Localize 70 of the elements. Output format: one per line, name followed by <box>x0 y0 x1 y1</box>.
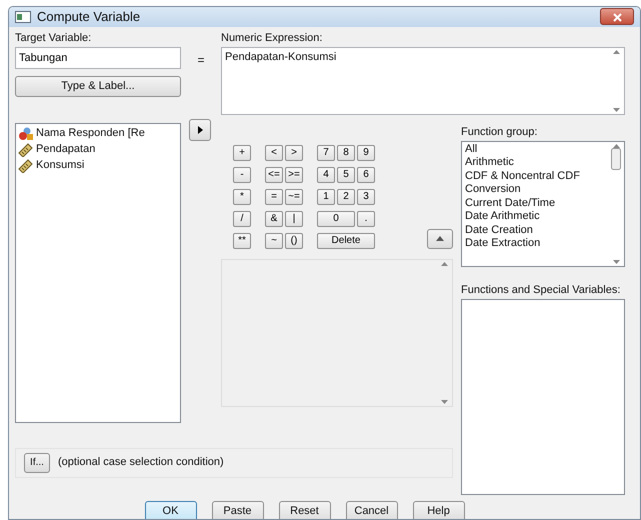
keypad-key[interactable]: . <box>357 210 375 226</box>
keypad-key[interactable]: ** <box>233 232 251 248</box>
variable-item[interactable]: Konsumsi <box>18 158 178 174</box>
keypad-key[interactable]: + <box>233 144 251 160</box>
keypad-key[interactable]: * <box>233 188 251 204</box>
function-group-label: Function group: <box>461 124 538 138</box>
keypad-key[interactable]: 3 <box>357 188 375 204</box>
close-icon <box>612 12 622 22</box>
dialog-button[interactable]: Cancel <box>346 500 398 519</box>
move-right-button[interactable] <box>189 118 211 140</box>
move-up-button[interactable] <box>427 228 453 248</box>
triangle-right-icon <box>198 126 202 134</box>
keypad-key[interactable]: - <box>233 166 251 182</box>
scroll-down-icon[interactable] <box>612 108 620 112</box>
keypad-key[interactable]: 1 <box>317 188 335 204</box>
dialog-button[interactable]: Help <box>412 500 464 519</box>
keypad-key[interactable]: 7 <box>317 144 335 160</box>
scroll-up-icon[interactable] <box>440 262 448 266</box>
scroll-thumb-icon[interactable] <box>611 148 621 170</box>
keypad-key[interactable]: & <box>265 210 283 226</box>
keypad-key[interactable]: 0 <box>317 210 355 226</box>
function-group-item[interactable]: Current Date/Time <box>465 196 605 210</box>
triangle-up-icon <box>436 236 444 241</box>
keypad-key[interactable]: 5 <box>337 166 355 182</box>
equals-sign: = <box>197 52 204 66</box>
target-variable-label: Target Variable: <box>15 30 92 44</box>
variable-item[interactable]: Pendapatan <box>18 142 178 158</box>
function-group-item[interactable]: Date Extraction <box>465 237 605 250</box>
dialog-button[interactable]: OK <box>144 500 196 519</box>
keypad-key[interactable]: ~= <box>285 188 303 204</box>
keypad-key[interactable]: > <box>285 144 303 160</box>
keypad-key[interactable]: <= <box>265 166 283 182</box>
keypad-key[interactable]: () <box>285 232 303 248</box>
ruler-icon <box>18 142 34 156</box>
keypad-key[interactable]: ~ <box>265 232 283 248</box>
window-icon <box>15 10 31 23</box>
dialog-button[interactable]: Reset <box>278 500 330 519</box>
function-group-item[interactable]: Date Creation <box>465 224 605 237</box>
function-group-item[interactable]: Conversion <box>465 183 605 196</box>
if-caption: (optional case selection condition) <box>58 455 224 470</box>
ruler-icon <box>18 158 34 172</box>
keypad-key[interactable]: 2 <box>337 188 355 204</box>
numeric-expression-label: Numeric Expression: <box>221 30 324 44</box>
keypad-key[interactable]: / <box>233 210 251 226</box>
function-group-item[interactable]: Date Arithmetic <box>465 210 605 224</box>
keypad-key[interactable]: >= <box>285 166 303 182</box>
keypad-key[interactable]: 4 <box>317 166 335 182</box>
dialog-button[interactable]: Paste <box>212 500 264 519</box>
keypad-key[interactable]: 8 <box>337 144 355 160</box>
nominal-variable-icon <box>18 126 34 140</box>
function-group-item[interactable]: CDF & Noncentral CDF <box>465 170 605 183</box>
scroll-down-icon[interactable] <box>612 260 620 264</box>
scroll-up-icon[interactable] <box>612 50 620 54</box>
keypad-key[interactable]: 6 <box>357 166 375 182</box>
keypad-key[interactable]: < <box>265 144 283 160</box>
keypad-key[interactable]: | <box>285 210 303 226</box>
if-button[interactable]: If... <box>24 452 50 472</box>
variable-item[interactable]: Nama Responden [Re <box>18 126 178 142</box>
type-label-button[interactable]: Type & Label... <box>15 76 181 96</box>
functions-label: Functions and Special Variables: <box>461 282 622 296</box>
keypad-key[interactable]: 9 <box>357 144 375 160</box>
function-group-item[interactable]: All <box>465 142 605 156</box>
keypad-key[interactable]: = <box>265 188 283 204</box>
numeric-expression-field[interactable]: Pendapatan-Konsumsi <box>221 46 625 114</box>
keypad-key[interactable]: Delete <box>317 232 375 248</box>
close-button[interactable] <box>600 8 634 26</box>
window-title: Compute Variable <box>37 8 140 26</box>
target-variable-field[interactable]: Tabungan <box>15 46 181 68</box>
scroll-down-icon[interactable] <box>440 400 448 404</box>
function-group-item[interactable]: Arithmetic <box>465 156 605 170</box>
